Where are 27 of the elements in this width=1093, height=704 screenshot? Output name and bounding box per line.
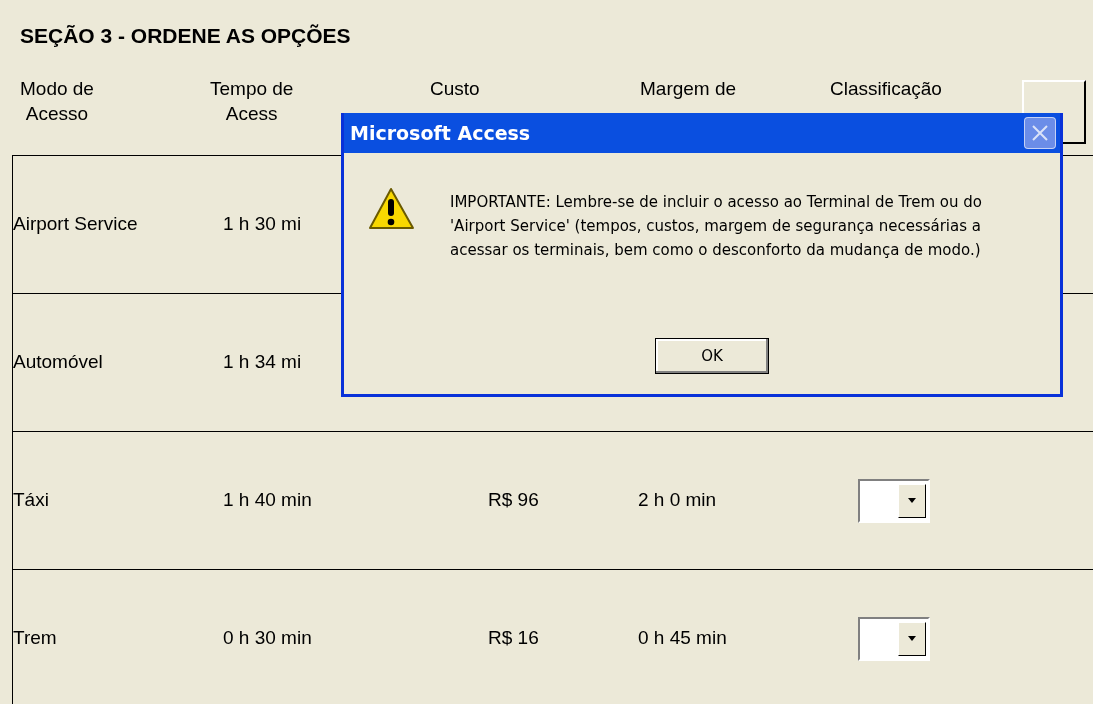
safety-margin: 2 h 0 min (638, 489, 717, 511)
mode-label: Trem (13, 627, 57, 649)
dialog-message: IMPORTANTE: Lembre-se de incluir o acesso ao Terminal de Trem ou do 'Airport Service' (tempos, custos, margem de segurança necessárias a acessar os terminais, bem como o desconforto da mudança de modo.) (450, 192, 983, 261)
rank-dropdown[interactable] (858, 616, 930, 661)
mode-label: Automóvel (13, 351, 103, 373)
dropdown-arrow-icon (908, 498, 916, 503)
ok-button[interactable]: OK (655, 338, 769, 374)
mode-label: Airport Service (13, 213, 138, 235)
safety-margin: 0 h 45 min (638, 627, 727, 649)
column-header: Tempo de Acess (210, 77, 294, 126)
access-time: 1 h 30 mi (223, 213, 302, 235)
column-header: Margem de (640, 77, 737, 101)
section-title: SEÇÃO 3 - ORDENE AS OPÇÕES (20, 23, 351, 49)
column-header: Classificação (830, 77, 942, 101)
dropdown-arrow-icon (908, 636, 916, 641)
dialog-title: Microsoft Access (350, 120, 531, 146)
access-time: 1 h 40 min (223, 489, 312, 511)
warning-icon (366, 186, 416, 232)
access-time: 0 h 30 min (223, 627, 312, 649)
rank-dropdown[interactable] (858, 478, 930, 523)
cost-value: R$ 96 (488, 489, 539, 511)
cost-value: R$ 16 (488, 627, 539, 649)
column-header: Custo (430, 77, 480, 101)
close-icon (1031, 124, 1049, 142)
access-time: 1 h 34 mi (223, 351, 302, 373)
mode-label: Táxi (13, 489, 49, 511)
column-header: Modo de Acesso (20, 77, 94, 126)
